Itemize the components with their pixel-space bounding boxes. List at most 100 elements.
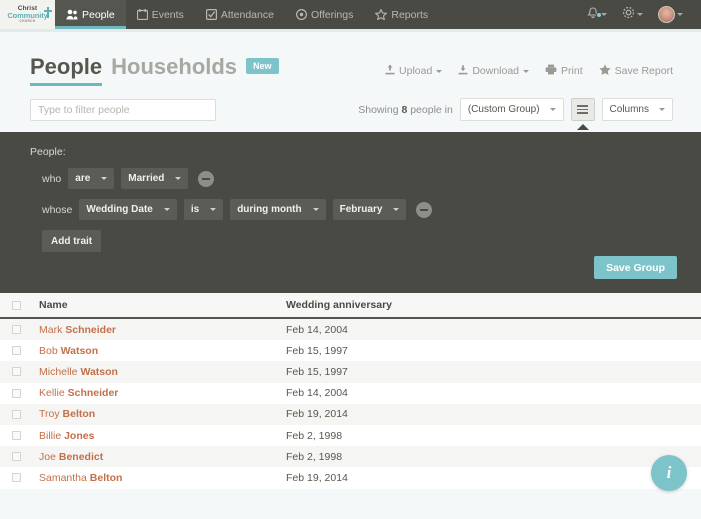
table-header-row: Name Wedding anniversary xyxy=(0,293,701,319)
person-last-name: Watson xyxy=(80,366,118,378)
person-name-link[interactable]: Kellie Schneider xyxy=(21,387,286,399)
table-row[interactable]: Michelle WatsonFeb 15, 1997 xyxy=(0,361,701,382)
chevron-down-icon xyxy=(164,208,170,211)
table-row[interactable]: Kellie SchneiderFeb 14, 2004 xyxy=(0,383,701,404)
gear-icon xyxy=(622,6,635,24)
query-panel-toggle-button[interactable] xyxy=(571,98,595,121)
row-checkbox[interactable] xyxy=(12,367,21,376)
person-first-name: Samantha xyxy=(39,472,90,484)
remove-trait-button[interactable] xyxy=(416,202,432,218)
people-table: Name Wedding anniversary Mark SchneiderF… xyxy=(0,293,701,489)
column-header-name[interactable]: Name xyxy=(21,299,286,311)
trait-connector-word: whose xyxy=(42,204,72,216)
toolbar-right-controls: Showing 8 people in (Custom Group) Colum… xyxy=(358,98,681,121)
table-row[interactable]: Troy BeltonFeb 19, 2014 xyxy=(0,404,701,425)
remove-trait-button[interactable] xyxy=(198,171,214,187)
person-last-name: Belton xyxy=(90,472,123,484)
row-checkbox[interactable] xyxy=(12,473,21,482)
print-button[interactable]: Print xyxy=(545,64,583,78)
info-help-button[interactable]: i xyxy=(651,455,687,491)
table-row[interactable]: Billie JonesFeb 2, 1998 xyxy=(0,425,701,446)
tab-people[interactable]: People xyxy=(30,54,102,86)
person-last-name: Schneider xyxy=(68,387,119,399)
person-name-link[interactable]: Michelle Watson xyxy=(21,366,286,378)
trait-value-dropdown[interactable]: Married xyxy=(121,168,188,189)
person-name-link[interactable]: Billie Jones xyxy=(21,430,286,442)
trait-period-dropdown[interactable]: during month xyxy=(230,199,325,220)
avatar xyxy=(658,6,675,23)
save-group-button[interactable]: Save Group xyxy=(594,256,677,279)
row-checkbox[interactable] xyxy=(12,452,21,461)
nav-right-controls xyxy=(581,0,701,29)
user-avatar-button[interactable] xyxy=(652,6,689,23)
row-checkbox[interactable] xyxy=(12,389,21,398)
column-header-wedding-anniversary[interactable]: Wedding anniversary xyxy=(286,299,689,311)
nav-item-people[interactable]: People xyxy=(55,0,126,29)
add-trait-button[interactable]: Add trait xyxy=(42,230,101,252)
trait-operator-dropdown[interactable]: are xyxy=(68,168,114,189)
row-checkbox[interactable] xyxy=(12,431,21,440)
person-name-link[interactable]: Troy Belton xyxy=(21,408,286,420)
select-all-checkbox[interactable] xyxy=(12,301,21,310)
nav-item-reports[interactable]: Reports xyxy=(364,0,439,29)
chevron-down-icon xyxy=(659,108,665,111)
chevron-down-icon xyxy=(175,177,181,180)
download-icon xyxy=(458,64,468,78)
nav-item-offerings[interactable]: Offerings xyxy=(285,0,364,29)
person-first-name: Troy xyxy=(39,408,63,420)
table-row[interactable]: Samantha BeltonFeb 19, 2014 xyxy=(0,467,701,488)
trait-row: who are Married xyxy=(30,168,681,189)
person-last-name: Schneider xyxy=(65,324,116,336)
chevron-down-icon xyxy=(436,70,442,73)
nav-item-attendance-label: Attendance xyxy=(221,9,274,21)
wedding-anniversary-value: Feb 15, 1997 xyxy=(286,345,689,357)
person-name-link[interactable]: Mark Schneider xyxy=(21,324,286,336)
nav-item-attendance[interactable]: Attendance xyxy=(195,0,285,29)
group-select-dropdown[interactable]: (Custom Group) xyxy=(460,98,564,121)
person-name-link[interactable]: Samantha Belton xyxy=(21,472,286,484)
wedding-anniversary-value: Feb 14, 2004 xyxy=(286,387,689,399)
trait-comparator-dropdown[interactable]: is xyxy=(184,199,223,220)
row-checkbox[interactable] xyxy=(12,346,21,355)
tab-households[interactable]: Households xyxy=(111,54,237,83)
person-name-link[interactable]: Bob Watson xyxy=(21,345,286,357)
download-button[interactable]: Download xyxy=(458,64,529,78)
chevron-down-icon xyxy=(637,13,643,16)
people-icon xyxy=(66,9,78,20)
minus-icon xyxy=(420,209,428,211)
table-row[interactable]: Mark SchneiderFeb 14, 2004 xyxy=(0,319,701,340)
notification-badge xyxy=(596,12,602,18)
person-last-name: Benedict xyxy=(59,451,103,463)
nav-item-people-label: People xyxy=(82,9,115,21)
trait-month-dropdown[interactable]: February xyxy=(333,199,407,220)
star-icon xyxy=(599,64,611,78)
cross-icon xyxy=(44,7,52,18)
person-last-name: Belton xyxy=(63,408,96,420)
people-filter-input[interactable] xyxy=(30,99,216,121)
person-first-name: Bob xyxy=(39,345,61,357)
columns-dropdown[interactable]: Columns xyxy=(602,98,673,121)
save-report-button[interactable]: Save Report xyxy=(599,64,673,78)
panel-pointer-triangle xyxy=(577,124,589,130)
wedding-anniversary-value: Feb 19, 2014 xyxy=(286,472,689,484)
notifications-bell-button[interactable] xyxy=(581,6,613,24)
person-first-name: Billie xyxy=(39,430,64,442)
nav-item-events[interactable]: Events xyxy=(126,0,195,29)
header-actions: Upload Download Print Save Report xyxy=(385,54,681,78)
download-label: Download xyxy=(472,65,519,77)
row-checkbox[interactable] xyxy=(12,325,21,334)
calendar-icon xyxy=(137,9,148,20)
brand-logo[interactable]: Christ Community CHURCH xyxy=(0,0,55,29)
print-label: Print xyxy=(561,65,583,77)
row-checkbox[interactable] xyxy=(12,410,21,419)
person-name-link[interactable]: Joe Benedict xyxy=(21,451,286,463)
table-row[interactable]: Bob WatsonFeb 15, 1997 xyxy=(0,340,701,361)
upload-button[interactable]: Upload xyxy=(385,64,442,78)
table-row[interactable]: Joe BenedictFeb 2, 1998 xyxy=(0,446,701,467)
settings-gear-button[interactable] xyxy=(616,6,649,24)
chevron-down-icon xyxy=(550,108,556,111)
upload-label: Upload xyxy=(399,65,432,77)
trait-field-dropdown[interactable]: Wedding Date xyxy=(79,199,176,220)
coin-icon xyxy=(296,9,307,20)
wedding-anniversary-value: Feb 2, 1998 xyxy=(286,430,689,442)
